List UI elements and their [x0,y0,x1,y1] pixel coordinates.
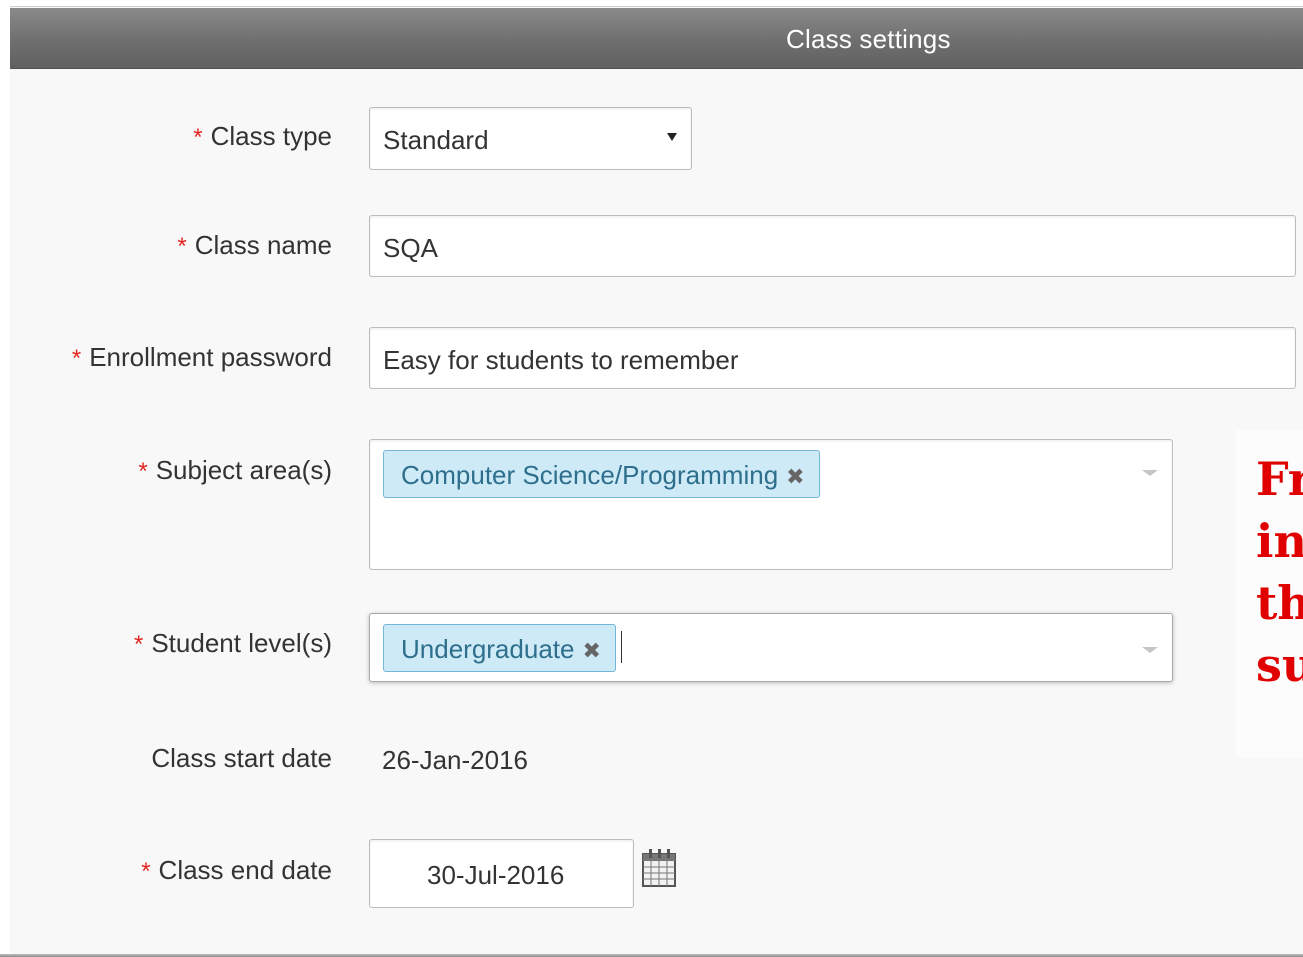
required-marker: * [71,345,82,372]
side-note: Fr in th su [1236,430,1303,758]
caret-down-icon [667,133,677,141]
level-tag: Undergraduate ✖ [383,624,616,672]
class-start-date-value: 26-Jan-2016 [382,745,528,775]
subject-tag: Computer Science/Programming ✖ [383,450,820,498]
subject-areas-multiselect[interactable]: Computer Science/Programming ✖ [369,439,1173,570]
class-name-label: * Class name [177,230,332,260]
panel-title: Class settings [786,24,951,54]
class-type-value: Standard [383,125,489,155]
enrollment-password-label: * Enrollment password [71,342,332,372]
required-marker: * [177,233,187,260]
enrollment-password-value: Easy for students to remember [383,345,739,375]
calendar-icon[interactable] [641,848,679,888]
tag-remove-icon[interactable]: ✖ [786,464,804,489]
panel-header: Class settings [10,8,1303,69]
required-marker: * [134,631,144,658]
student-levels-multiselect[interactable]: Undergraduate ✖ [369,613,1173,682]
side-note-text: Fr in th su [1256,452,1303,692]
required-marker: * [193,124,203,151]
page: Class settings * Class type Standard * Cla… [0,0,1303,957]
required-marker: * [141,858,151,885]
subject-areas-label: * Subject area(s) [138,455,332,485]
chevron-down-icon[interactable] [1142,647,1158,653]
enrollment-password-input[interactable]: Easy for students to remember [369,327,1296,389]
tag-remove-icon[interactable]: ✖ [582,638,600,663]
class-end-date-value: 30-Jul-2016 [427,860,565,890]
required-marker: * [138,458,148,485]
student-levels-label: * Student level(s) [134,628,332,658]
class-end-date-input[interactable]: 30-Jul-2016 [369,839,634,908]
class-type-select[interactable]: Standard [369,107,692,170]
class-type-label: * Class type [193,121,332,151]
chevron-down-icon[interactable] [1142,470,1158,476]
text-cursor [621,631,622,663]
class-start-date-label: Class start date [151,743,332,773]
class-name-input[interactable]: SQA [369,215,1296,277]
class-name-value: SQA [383,233,438,263]
class-end-date-label: * Class end date [141,855,332,885]
